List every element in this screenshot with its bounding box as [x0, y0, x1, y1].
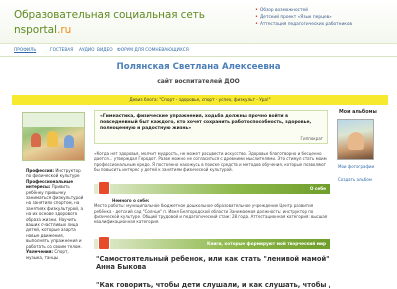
about-section: Немного о себе: Место работы: муниципаль… [94, 198, 330, 224]
nav-tab-forum[interactable]: ФОРУМ ДЛЯ СОМНЕВАЮЩИХСЯ [117, 48, 189, 53]
nav-tab-guestbook[interactable]: ГОСТЕВАЯ [50, 48, 73, 53]
about-section-bar: О себе [94, 181, 330, 195]
promo-link-label: Аттестация педагогических работников [259, 22, 353, 27]
article-title[interactable]: "Как говорить, чтобы дети слушали, и как… [96, 281, 330, 289]
site-brand-domain[interactable]: nsportal.ru [14, 24, 71, 36]
nav-tab-profile[interactable]: ПРОФИЛЬ [14, 48, 36, 53]
bio-profession: Профессия: Инструктор по физической куль… [26, 168, 81, 179]
about-text: Место работы: муниципальное бюджетное до… [94, 203, 328, 225]
article-title[interactable]: "Самостоятельный ребенок, или как стать … [96, 255, 330, 271]
brand-domain-name: nsportal [14, 24, 57, 36]
profile-subtitle: сайт воспитателей ДОО [157, 78, 240, 85]
bullet-icon: • [255, 14, 258, 20]
nav-tab-video[interactable]: ВИДЕО [97, 48, 113, 53]
promo-link-label: Детский проект «Язык перцев» [259, 15, 332, 20]
promo-links: • Обзор возможностей • Детский проект «Язы… [255, 7, 395, 28]
about-section-title: О себе [309, 186, 326, 191]
brand-domain-tld: .ru [57, 24, 72, 36]
promo-link-label: Обзор возможностей [259, 8, 308, 13]
books-section-bar: Книги, которые формируют мой творческий … [94, 236, 330, 250]
intro-text: «Когда нет здоровья, молчит мудрость, не… [94, 151, 327, 172]
bullet-icon: • [255, 7, 258, 13]
albums-title: Мои альбомы [339, 110, 377, 115]
profile-bio: Профессия: Инструктор по физической куль… [26, 168, 84, 260]
books-section-title: Книги, которые формируют мой творческий … [207, 241, 326, 246]
bio-interests: Профессиональные интересы: Привить ребён… [26, 178, 84, 249]
quote-text: «Гимнастика, физические упражнения, ходь… [100, 114, 312, 131]
profile-nav: ПРОФИЛЬ ГОСТЕВАЯ АУДИО ВИДЕО ФОРУМ ДЛЯ С… [0, 46, 397, 57]
site-brand-title[interactable]: Образовательная социальная сеть [14, 9, 205, 21]
quote-author: Гиппократ [300, 136, 323, 141]
nav-tab-audio[interactable]: АУДИО [79, 48, 95, 53]
blog-motto: Девиз блога: "Спорт - здоровье, спорт - … [12, 95, 388, 105]
quote-box: «Гимнастика, физические упражнения, ходь… [94, 110, 328, 144]
promo-link[interactable]: • Обзор возможностей [255, 7, 395, 14]
promo-link[interactable]: • Аттестация педагогических работников [255, 21, 395, 28]
album-thumbnail[interactable] [337, 119, 374, 160]
bullet-icon: • [255, 21, 258, 27]
promo-link[interactable]: • Детский проект «Язык перцев» [255, 14, 395, 21]
profile-photo[interactable] [22, 112, 85, 161]
my-photos-link[interactable]: Мои фотографии [338, 164, 374, 169]
bio-hobbies: Увлечения: Спорт, музыка, танцы [26, 249, 69, 260]
profile-name: Полянская Светлана Алексеевна [116, 62, 281, 72]
book-icon [98, 181, 110, 195]
create-album-link[interactable]: Создать альбом [338, 177, 372, 182]
book-icon [98, 236, 110, 250]
